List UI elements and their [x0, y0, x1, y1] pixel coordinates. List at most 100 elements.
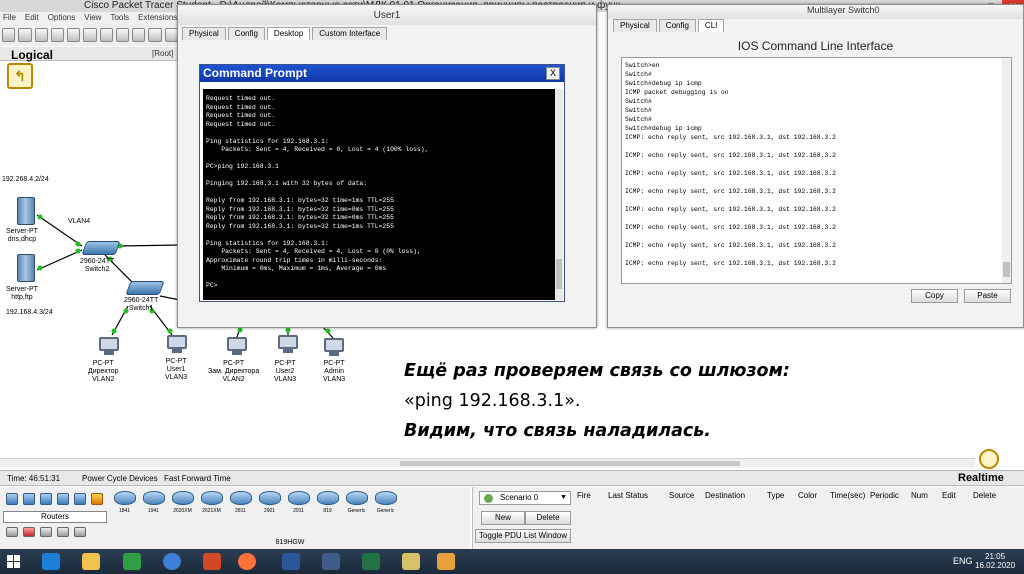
- caption-line2: «ping 192.168.3.1».: [404, 391, 581, 411]
- pc-label: PC-PT User2 VLAN3: [274, 360, 297, 383]
- tab-config[interactable]: Config: [227, 27, 265, 40]
- router-model-1841[interactable]: 1841: [112, 491, 137, 514]
- user1-window: User1 Physical Config Desktop Custom Int…: [177, 4, 597, 328]
- custom-devices-icon[interactable]: [57, 527, 69, 537]
- tab-physical[interactable]: Physical: [613, 19, 657, 32]
- col-destination: Destination: [705, 491, 746, 500]
- router-icon: [345, 491, 368, 505]
- router-model-2811[interactable]: 2811: [228, 491, 253, 514]
- router-model-generic-2[interactable]: Generic: [373, 491, 398, 514]
- cli-scrollbar[interactable]: [1002, 58, 1011, 283]
- packet-tracer-icon[interactable]: [402, 553, 420, 570]
- router-icon: [113, 491, 136, 505]
- router-icon: [374, 491, 397, 505]
- scrollbar-thumb[interactable]: [400, 461, 740, 466]
- slide-caption: Ещё раз проверяем связь со шлюзом: «ping…: [404, 356, 874, 446]
- scrollbar-thumb[interactable]: [1003, 262, 1010, 277]
- tab-desktop[interactable]: Desktop: [266, 27, 311, 40]
- routers-category-icon[interactable]: [6, 493, 18, 505]
- terminal-scrollbar[interactable]: [555, 89, 563, 300]
- router-model-2621xm[interactable]: 2621XM: [199, 491, 224, 514]
- col-num: Num: [911, 491, 928, 500]
- delete-scenario-button[interactable]: Delete: [525, 511, 571, 525]
- scrollbar-thumb[interactable]: [556, 259, 562, 289]
- col-color: Color: [798, 491, 818, 500]
- router-model-1941[interactable]: 1941: [141, 491, 166, 514]
- word-icon[interactable]: [282, 553, 300, 570]
- tab-custom-interface[interactable]: Custom Interface: [312, 27, 388, 40]
- device-category-label: Routers: [3, 511, 107, 523]
- router-model-generic[interactable]: Generic: [344, 491, 369, 514]
- ios-cli-terminal[interactable]: Switch>en Switch# Switch#debug ip icmp I…: [621, 57, 1012, 284]
- tab-config[interactable]: Config: [658, 19, 696, 32]
- paste-button[interactable]: Paste: [964, 289, 1011, 303]
- excel-icon[interactable]: [362, 553, 380, 570]
- hubs-category-icon[interactable]: [40, 493, 52, 505]
- command-prompt-terminal[interactable]: Request timed out. Request timed out. Re…: [203, 89, 555, 300]
- selected-model-name: 819HGW: [275, 539, 305, 546]
- router-icon: [171, 491, 194, 505]
- router-icon: [258, 491, 281, 505]
- copy-button[interactable]: Copy: [911, 289, 958, 303]
- end-devices-icon[interactable]: [6, 527, 18, 537]
- powerpoint-icon[interactable]: [203, 553, 221, 570]
- close-icon[interactable]: X: [546, 67, 560, 80]
- command-prompt-title: Command Prompt X: [200, 65, 564, 82]
- scenario-icon: [484, 494, 493, 503]
- new-scenario-button[interactable]: New: [481, 511, 525, 525]
- col-last-status: Last Status: [608, 491, 649, 500]
- calculator-icon[interactable]: [123, 553, 141, 570]
- router-model-2911[interactable]: 2911: [286, 491, 311, 514]
- col-periodic: Periodic: [870, 491, 899, 500]
- app-icon[interactable]: [322, 553, 340, 570]
- chrome-icon[interactable]: [163, 553, 181, 570]
- user1-tabs: Physical Config Desktop Custom Interface: [182, 27, 388, 40]
- windows-start-icon[interactable]: [7, 555, 21, 569]
- windows-taskbar: ENG 21:05 16.02.2020: [0, 549, 1024, 574]
- media-player-icon[interactable]: [437, 553, 455, 570]
- device-type-panel: Routers 1841 1941 2620XM 2621XM 2811 290…: [0, 487, 470, 549]
- power-cycle-button[interactable]: Power Cycle Devices: [82, 474, 158, 483]
- firefox-icon[interactable]: [238, 553, 256, 570]
- router-model-2901[interactable]: 2901: [257, 491, 282, 514]
- router-model-819[interactable]: 819: [315, 491, 340, 514]
- router-model-2620xm[interactable]: 2620XM: [170, 491, 195, 514]
- pc-label: PC-PT User1 VLAN3: [165, 358, 188, 381]
- connections-category-icon[interactable]: [91, 493, 103, 505]
- fast-forward-button[interactable]: Fast Forward Time: [164, 474, 231, 483]
- realtime-mode-icon[interactable]: [979, 449, 999, 469]
- ie-browser-icon[interactable]: [42, 553, 60, 570]
- tab-physical[interactable]: Physical: [182, 27, 226, 40]
- pc-label: PC-PT Директор VLAN2: [88, 360, 119, 383]
- device-categories: [6, 493, 103, 505]
- workspace-horizontal-scrollbar[interactable]: [0, 458, 975, 468]
- toggle-pdu-list-button[interactable]: Toggle PDU List Window: [475, 529, 571, 543]
- system-clock[interactable]: 21:05 16.02.2020: [975, 552, 1015, 570]
- switches-category-icon[interactable]: [23, 493, 35, 505]
- end-device-categories: [6, 527, 86, 537]
- tab-cli[interactable]: CLI: [697, 19, 725, 32]
- col-type: Type: [767, 491, 785, 500]
- router-icon: [287, 491, 310, 505]
- multiuser-icon[interactable]: [74, 527, 86, 537]
- file-explorer-icon[interactable]: [82, 553, 100, 570]
- router-icon: [200, 491, 223, 505]
- user1-window-title: User1: [178, 5, 596, 25]
- switch-window-title: Multilayer Switch0: [608, 5, 1023, 19]
- scenario-select[interactable]: Scenario 0 ▼: [479, 491, 571, 505]
- wan-emulation-icon[interactable]: [40, 527, 52, 537]
- realtime-label[interactable]: Realtime: [958, 472, 1004, 484]
- pc-label: PC-PT Admin VLAN3: [323, 360, 346, 383]
- pc-label: PC-PT Зам. Директора VLAN2: [208, 360, 260, 383]
- security-category-icon[interactable]: [74, 493, 86, 505]
- simulation-time: Time: 46:51:31: [7, 474, 61, 483]
- col-source: Source: [669, 491, 695, 500]
- components-icon[interactable]: [23, 527, 35, 537]
- caption-line1: Ещё раз проверяем связь со шлюзом:: [404, 361, 790, 381]
- user-created-pdu-panel: Scenario 0 ▼ New Delete Toggle PDU List …: [472, 487, 1024, 549]
- col-delete: Delete: [973, 491, 997, 500]
- caption-line3: Видим, что связь наладилась.: [404, 421, 711, 441]
- switch-tabs: Physical Config CLI: [613, 19, 725, 32]
- wireless-category-icon[interactable]: [57, 493, 69, 505]
- language-indicator[interactable]: ENG: [953, 556, 973, 566]
